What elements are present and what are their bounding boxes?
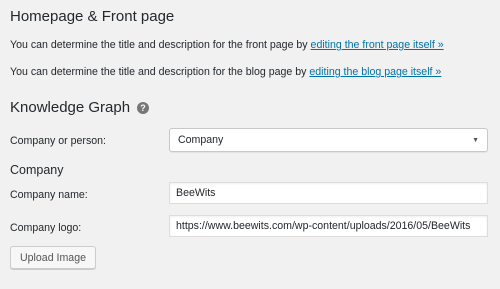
settings-page: Homepage & Front page You can determine … xyxy=(0,0,500,289)
blog-page-text: You can determine the title and descript… xyxy=(10,66,310,78)
company-or-person-select[interactable]: Company ▼ xyxy=(169,128,488,152)
blog-page-description: You can determine the title and descript… xyxy=(10,66,441,78)
company-logo-value: https://www.beewits.com/wp-content/uploa… xyxy=(176,220,471,232)
company-name-label: Company name: xyxy=(10,189,88,201)
company-logo-input[interactable]: https://www.beewits.com/wp-content/uploa… xyxy=(169,215,488,237)
help-icon[interactable]: ? xyxy=(137,102,149,114)
company-name-value: BeeWits xyxy=(176,187,216,199)
chevron-down-icon: ▼ xyxy=(472,136,479,144)
front-page-text: You can determine the title and descript… xyxy=(10,39,311,51)
front-page-description: You can determine the title and descript… xyxy=(10,39,444,51)
edit-front-page-link[interactable]: editing the front page itself » xyxy=(311,39,444,51)
upload-image-button[interactable]: Upload Image xyxy=(10,246,96,269)
company-or-person-value: Company xyxy=(178,134,224,146)
edit-blog-page-link[interactable]: editing the blog page itself » xyxy=(309,66,441,78)
company-name-input[interactable]: BeeWits xyxy=(169,182,488,204)
company-logo-label: Company logo: xyxy=(10,222,82,234)
homepage-section-title: Homepage & Front page xyxy=(10,8,175,25)
company-or-person-label: Company or person: xyxy=(10,135,106,147)
company-section-title: Company xyxy=(10,163,64,177)
knowledge-graph-title: Knowledge Graph xyxy=(10,99,131,116)
